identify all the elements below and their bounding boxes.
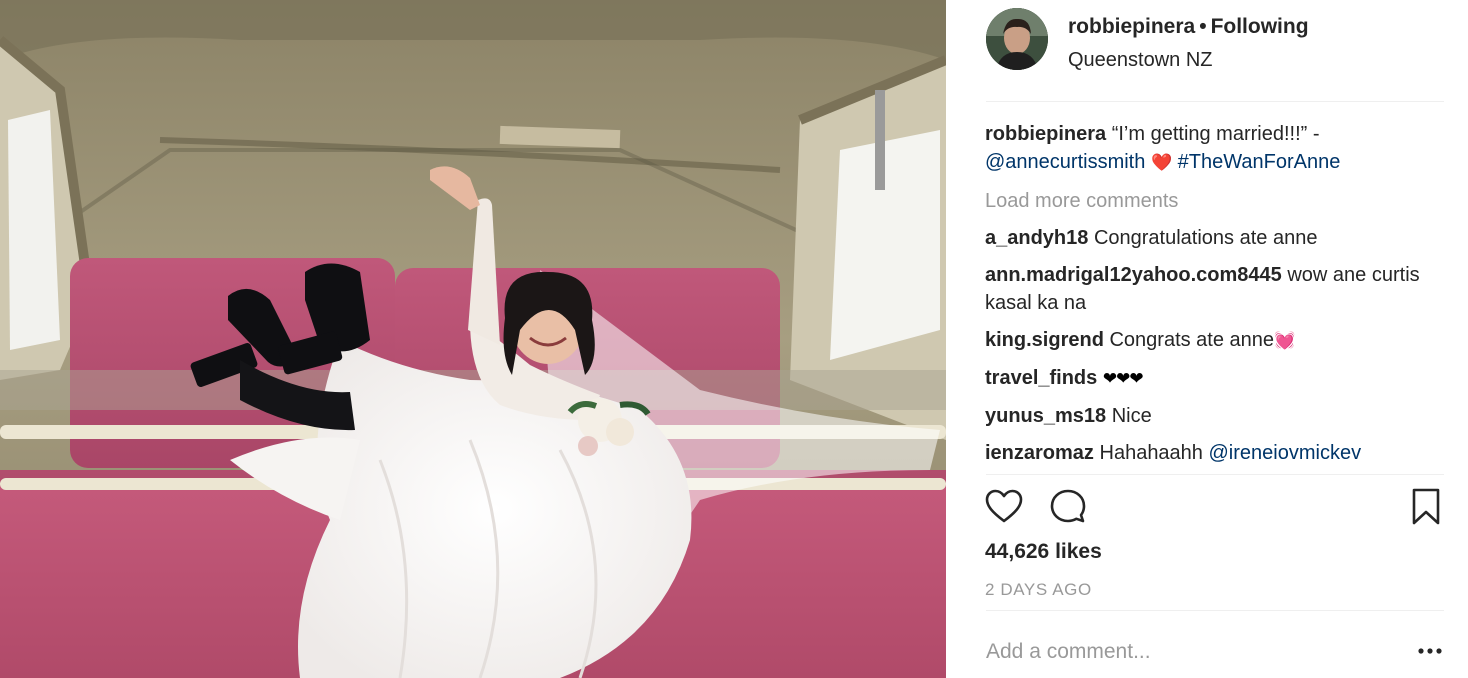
author-username[interactable]: robbiepinera [1068, 15, 1195, 38]
likes-count[interactable]: 44,626 likes [985, 540, 1102, 564]
comment-text: Hahahaahh [1099, 442, 1203, 464]
comment-text: Nice [1111, 405, 1152, 427]
caption-text: “I’m getting married!!!” - [1111, 123, 1320, 145]
author-line: robbiepinera • Following [1068, 15, 1309, 39]
bookmark-icon[interactable] [1406, 487, 1446, 527]
comment-username[interactable]: king.sigrend [985, 329, 1104, 351]
list-item: ienzaromaz Hahahaahh @ireneiovmickev [985, 439, 1445, 467]
post-actions-bar [984, 474, 1446, 538]
red-heart-icon: ❤️ [1150, 153, 1173, 173]
avatar-photo-icon [986, 8, 1048, 70]
add-comment-section [986, 610, 1444, 678]
follow-status-button[interactable]: Following [1211, 15, 1309, 38]
comment-username[interactable]: ienzaromaz [985, 442, 1094, 464]
load-more-comments-button[interactable]: Load more comments [985, 187, 1445, 215]
list-item: a_andyh18 Congratulations ate anne [985, 224, 1445, 252]
comment-username[interactable]: a_andyh18 [985, 227, 1088, 249]
ellipsis-icon[interactable] [1416, 639, 1444, 663]
speech-bubble-icon[interactable] [1048, 487, 1088, 527]
post-caption: robbiepinera “I’m getting married!!!” - … [985, 120, 1445, 177]
caption-hashtag[interactable]: #TheWanForAnne [1178, 151, 1341, 173]
post-photo[interactable] [0, 0, 946, 678]
pink-heart-icon: 💓 [1274, 331, 1296, 351]
list-item: king.sigrend Congrats ate anne💓 [985, 326, 1445, 355]
comment-username[interactable]: travel_finds [985, 367, 1097, 389]
comment-text: Congratulations ate anne [1093, 227, 1318, 249]
comment-username[interactable]: yunus_ms18 [985, 405, 1106, 427]
author-avatar[interactable] [986, 8, 1048, 70]
comment-mention[interactable]: @ireneiovmickev [1209, 442, 1362, 464]
black-hearts-icon: ❤❤❤ [1102, 369, 1144, 389]
heart-outline-icon[interactable] [984, 487, 1024, 527]
add-comment-input[interactable] [986, 635, 1386, 669]
list-item: ann.madrigal12yahoo.com8445 wow ane curt… [985, 261, 1445, 317]
post-side-panel: robbiepinera • Following Queenstown NZ rob… [946, 0, 1468, 678]
list-item: yunus_ms18 Nice [985, 402, 1445, 430]
separator-dot: • [1199, 15, 1207, 38]
comment-text: Congrats ate anne [1109, 329, 1275, 351]
comments-list[interactable]: robbiepinera “I’m getting married!!!” - … [985, 120, 1445, 472]
wedding-photo-image [0, 0, 946, 678]
post-location[interactable]: Queenstown NZ [1068, 49, 1213, 72]
post-timestamp[interactable]: 2 DAYS AGO [985, 580, 1092, 600]
post-header: robbiepinera • Following Queenstown NZ [986, 8, 1444, 102]
list-item: travel_finds ❤❤❤ [985, 364, 1445, 393]
comment-username[interactable]: ann.madrigal12yahoo.com8445 [985, 264, 1282, 286]
caption-mention[interactable]: @annecurtissmith [985, 151, 1145, 173]
caption-username[interactable]: robbiepinera [985, 123, 1106, 145]
